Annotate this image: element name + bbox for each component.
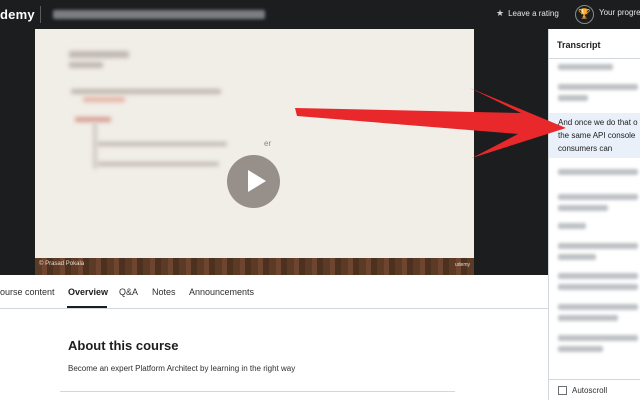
slide-highlight-blurred xyxy=(83,97,125,102)
slide-heading-blurred xyxy=(69,51,129,58)
course-tabs: ourse content Overview Q&A Notes Announc… xyxy=(0,275,548,309)
tab-qa[interactable]: Q&A xyxy=(119,287,138,297)
transcript-line-blurred[interactable] xyxy=(558,254,596,260)
trophy-icon[interactable]: 🏆 xyxy=(575,5,594,24)
section-divider xyxy=(60,391,455,392)
transcript-line-blurred[interactable] xyxy=(558,335,638,341)
autoscroll-label[interactable]: Autoscroll xyxy=(572,386,607,395)
transcript-line-blurred[interactable] xyxy=(558,194,638,200)
transcript-line-blurred[interactable] xyxy=(558,315,618,321)
slide-subheading-blurred xyxy=(69,62,103,68)
slide-text-blurred xyxy=(71,89,221,94)
transcript-line-blurred[interactable] xyxy=(558,284,638,290)
leave-rating-button[interactable]: ★ Leave a rating xyxy=(496,8,559,19)
tab-notes[interactable]: Notes xyxy=(152,287,176,297)
header-divider xyxy=(40,6,41,23)
slide-logo: udemy xyxy=(454,262,470,268)
tab-course-content[interactable]: ourse content xyxy=(0,287,55,297)
transcript-line-blurred[interactable] xyxy=(558,243,638,249)
slide-tree-item-blurred xyxy=(97,142,227,146)
transcript-line-blurred[interactable] xyxy=(558,205,608,211)
lecture-slide: er xyxy=(35,29,474,259)
brand-logo[interactable]: demy xyxy=(0,7,35,22)
top-bar: demy ★Leave a rating 🏆 Your progress xyxy=(0,0,640,29)
about-title: About this course xyxy=(68,338,179,353)
transcript-panel: Transcript And once we do that o the sam… xyxy=(548,29,640,400)
transcript-line-blurred[interactable] xyxy=(558,95,588,101)
transcript-line-blurred[interactable] xyxy=(558,223,586,229)
udemy-course-player: demy ★Leave a rating 🏆 Your progress er … xyxy=(0,0,640,400)
transcript-line-blurred[interactable] xyxy=(558,346,603,352)
transcript-current-line: And once we do that o xyxy=(558,118,638,127)
transcript-line-blurred[interactable] xyxy=(558,84,638,90)
tab-overview[interactable]: Overview xyxy=(68,287,108,297)
autoscroll-checkbox[interactable] xyxy=(558,386,567,395)
slide-text-fragment: er xyxy=(264,139,272,148)
course-title-blurred[interactable] xyxy=(53,10,265,19)
play-icon[interactable] xyxy=(227,155,280,208)
star-icon: ★ xyxy=(496,8,505,18)
active-tab-indicator xyxy=(67,306,107,308)
transcript-header: Transcript xyxy=(549,29,640,59)
slide-tree-item-blurred xyxy=(97,162,219,166)
video-player[interactable]: er © Prasad Pokala udemy xyxy=(0,29,548,275)
transcript-line-blurred[interactable] xyxy=(558,304,638,310)
slide-footer-bar: © Prasad Pokala udemy xyxy=(35,258,474,275)
leave-rating-label: Leave a rating xyxy=(508,9,559,18)
about-description: Become an expert Platform Architect by l… xyxy=(68,364,296,373)
tab-announcements[interactable]: Announcements xyxy=(189,287,254,297)
transcript-line-blurred[interactable] xyxy=(558,273,638,279)
transcript-footer: Autoscroll xyxy=(549,379,640,400)
transcript-current-cue[interactable]: And once we do that o the same API conso… xyxy=(549,113,640,158)
transcript-current-line: the same API console xyxy=(558,131,636,140)
transcript-current-line: consumers can xyxy=(558,144,613,153)
transcript-title: Transcript xyxy=(557,40,601,50)
slide-author: © Prasad Pokala xyxy=(39,261,85,267)
transcript-line-blurred[interactable] xyxy=(558,169,638,175)
transcript-line-blurred[interactable] xyxy=(558,64,613,70)
progress-button[interactable]: Your progress xyxy=(599,8,640,17)
